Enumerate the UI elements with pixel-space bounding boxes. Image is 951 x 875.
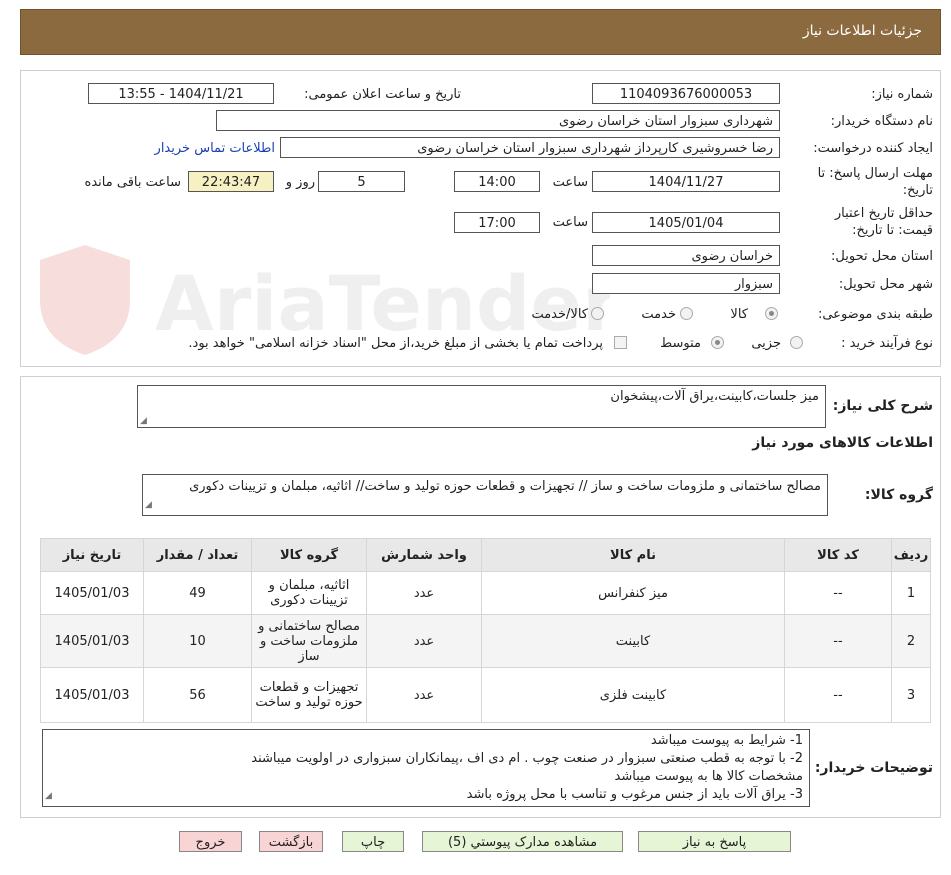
resize-grip-icon[interactable]: ◢ [145, 496, 152, 514]
cell-quantity: 10 [143, 614, 252, 668]
col-code: کد کالا [784, 538, 892, 572]
category-goods-label: کالا [730, 307, 748, 322]
validity-label-2: قیمت: تا تاریخ: [852, 223, 933, 238]
city-label: شهر محل تحویل: [838, 277, 933, 292]
cell-date: 1405/01/03 [40, 667, 144, 723]
cell-row: 2 [891, 614, 931, 668]
cell-date: 1405/01/03 [40, 571, 144, 615]
deadline-time-label: ساعت [552, 175, 588, 190]
creator-label: ایجاد کننده درخواست: [813, 141, 933, 156]
summary-text: میز جلسات،کابینت،یراق آلات،پیشخوان [610, 389, 819, 404]
table-header-row: ردیف کد کالا نام کالا واحد شمارش گروه کا… [40, 538, 931, 572]
cell-group: اثاثیه، مبلمان و تزیینات دکوری [251, 571, 367, 615]
cell-date: 1405/01/03 [40, 614, 144, 668]
cell-row: 3 [891, 667, 931, 723]
announce-label: تاریخ و ساعت اعلان عمومی: [304, 87, 461, 102]
days-field: 5 [318, 171, 405, 192]
cell-row: 1 [891, 571, 931, 615]
page-title: جزئیات اطلاعات نیاز [802, 23, 922, 39]
summary-textarea: میز جلسات،کابینت،یراق آلات،پیشخوان ◢ [137, 385, 826, 428]
deadline-label-2: تاریخ: [902, 183, 933, 198]
items-table: ردیف کد کالا نام کالا واحد شمارش گروه کا… [40, 538, 931, 723]
need-number-field: 1104093676000053 [592, 83, 780, 104]
validity-label: حداقل تاریخ اعتبار [834, 206, 933, 221]
province-field: خراسان رضوی [592, 245, 780, 266]
items-section-title: اطلاعات کالاهای مورد نیاز [752, 435, 933, 451]
cell-unit: عدد [366, 667, 482, 723]
col-name: نام کالا [481, 538, 785, 572]
cell-unit: عدد [366, 614, 482, 668]
remaining-label: ساعت باقی مانده [84, 175, 181, 190]
cell-code: -- [784, 667, 892, 723]
process-minor-radio[interactable] [790, 336, 803, 349]
resize-grip-icon[interactable]: ◢ [140, 416, 147, 426]
category-goods-service-label: کالا/خدمت [531, 307, 588, 322]
cell-name: کابینت فلزی [481, 667, 785, 723]
resize-grip-icon[interactable]: ◢ [45, 787, 52, 805]
back-button[interactable]: بازگشت [259, 831, 323, 852]
days-label: روز و [285, 175, 315, 190]
process-label: نوع فرآیند خرید : [841, 336, 933, 351]
category-goods-service-radio[interactable] [591, 307, 604, 320]
cell-code: -- [784, 571, 892, 615]
table-row: 2 -- کابینت عدد مصالح ساختمانی و ملزومات… [40, 614, 931, 668]
payment-note: پرداخت تمام یا بخشی از مبلغ خرید،از محل … [188, 336, 603, 351]
category-service-label: خدمت [641, 307, 676, 322]
remaining-time-field: 22:43:47 [188, 171, 274, 192]
table-row: 3 -- کابینت فلزی عدد تجهیزات و قطعات حوز… [40, 667, 931, 723]
col-unit: واحد شمارش [366, 538, 482, 572]
category-label: طبقه بندی موضوعی: [817, 307, 933, 322]
treasury-payment-checkbox[interactable] [614, 336, 627, 349]
note-line: 1- شرایط به پیوست میباشد [650, 733, 803, 748]
cell-quantity: 56 [143, 667, 252, 723]
buyer-notes-textarea: 1- شرایط به پیوست میباشد 2- با توجه به ق… [42, 729, 810, 807]
buyer-org-field: شهرداری سبزوار استان خراسان رضوی [216, 110, 780, 131]
cell-group: تجهیزات و قطعات حوزه تولید و ساخت [251, 667, 367, 723]
buyer-org-label: نام دستگاه خریدار: [830, 114, 933, 129]
cell-name: میز کنفرانس [481, 571, 785, 615]
creator-field: رضا خسروشیری کارپرداز شهرداری سبزوار است… [280, 137, 780, 158]
process-medium-radio[interactable] [711, 336, 724, 349]
note-line: 3- یراق آلات باید از جنس مرغوب و تناسب ب… [466, 787, 803, 802]
buyer-contact-link[interactable]: اطلاعات تماس خریدار [155, 141, 275, 156]
col-group: گروه کالا [251, 538, 367, 572]
cell-unit: عدد [366, 571, 482, 615]
deadline-time-field: 14:00 [454, 171, 540, 192]
exit-button[interactable]: خروج [179, 831, 242, 852]
province-label: استان محل تحویل: [831, 249, 933, 264]
cell-group: مصالح ساختمانی و ملزومات ساخت و ساز [251, 614, 367, 668]
cell-name: کابینت [481, 614, 785, 668]
announce-field: 1404/11/21 - 13:55 [88, 83, 274, 104]
goods-group-text: مصالح ساختمانی و ملزومات ساخت و ساز // ت… [189, 479, 821, 494]
category-goods-radio[interactable] [765, 307, 778, 320]
page-header: جزئیات اطلاعات نیاز [20, 9, 941, 55]
col-date: تاریخ نیاز [40, 538, 144, 572]
col-quantity: تعداد / مقدار [143, 538, 252, 572]
process-medium-label: متوسط [660, 336, 701, 351]
deadline-label: مهلت ارسال پاسخ: تا [817, 166, 933, 181]
cell-code: -- [784, 614, 892, 668]
category-service-radio[interactable] [680, 307, 693, 320]
note-line: مشخصات کالا ها به پیوست میباشد [614, 769, 803, 784]
col-row: ردیف [891, 538, 931, 572]
deadline-date-field: 1404/11/27 [592, 171, 780, 192]
summary-label: شرح کلی نیاز: [832, 398, 933, 414]
reply-to-need-button[interactable]: پاسخ به نیاز [638, 831, 791, 852]
goods-group-textarea: مصالح ساختمانی و ملزومات ساخت و ساز // ت… [142, 474, 828, 516]
note-line: 2- با توجه به قطب صنعتی سبزوار در صنعت چ… [251, 751, 803, 766]
process-minor-label: جزیی [751, 336, 781, 351]
validity-date-field: 1405/01/04 [592, 212, 780, 233]
validity-time-field: 17:00 [454, 212, 540, 233]
view-attachments-button[interactable]: مشاهده مدارک پیوستي (5) [422, 831, 623, 852]
cell-quantity: 49 [143, 571, 252, 615]
buyer-notes-label: توضیحات خریدار: [814, 760, 933, 776]
print-button[interactable]: چاپ [342, 831, 404, 852]
need-number-label: شماره نیاز: [871, 87, 933, 102]
table-row: 1 -- میز کنفرانس عدد اثاثیه، مبلمان و تز… [40, 571, 931, 615]
goods-group-label: گروه کالا: [864, 487, 933, 503]
city-field: سبزوار [592, 273, 780, 294]
validity-time-label: ساعت [552, 215, 588, 230]
